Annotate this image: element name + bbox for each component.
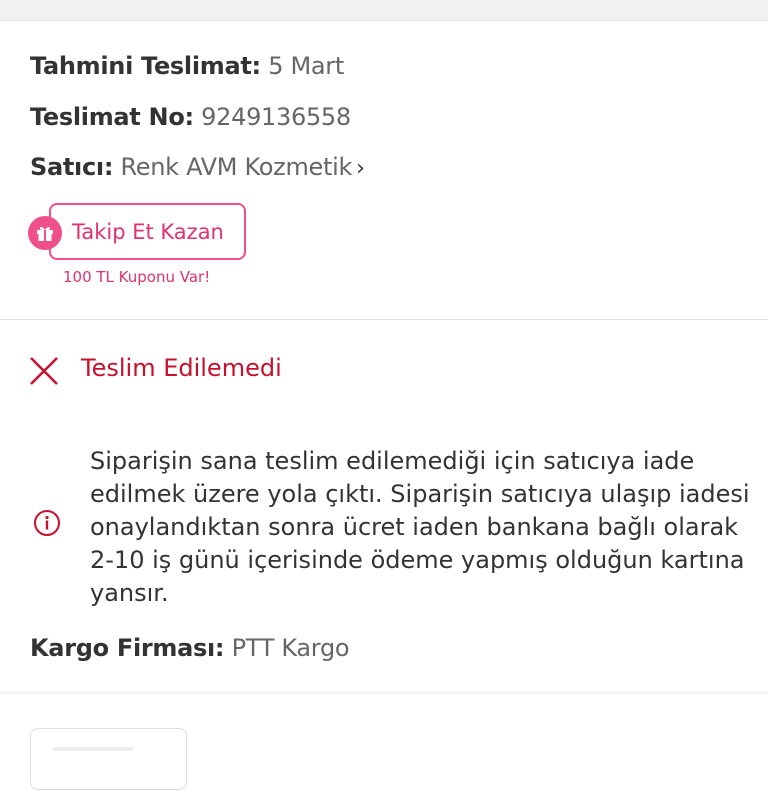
coupon-text: 100 TL Kuponu Var! — [63, 268, 211, 286]
refund-notice-text: Siparişin sana teslim edilemediği için s… — [90, 447, 750, 607]
tracking-number-value: 9249136558 — [201, 103, 351, 131]
seller-row: Satıcı: Renk AVM Kozmetik › — [30, 153, 365, 181]
section-divider — [0, 319, 768, 320]
product-image[interactable] — [30, 728, 187, 790]
estimated-delivery-value: 5 Mart — [268, 52, 344, 80]
cargo-company-value: PTT Kargo — [231, 634, 350, 662]
info-icon — [34, 510, 60, 536]
seller-link[interactable]: Renk AVM Kozmetik › — [120, 153, 364, 181]
tracking-number-row: Teslimat No: 9249136558 — [30, 103, 351, 131]
x-icon — [30, 357, 58, 385]
gift-icon — [28, 216, 62, 250]
tracking-number-label: Teslimat No: — [30, 103, 194, 131]
product-image-placeholder — [53, 747, 133, 751]
seller-label: Satıcı: — [30, 153, 114, 181]
cargo-company-row: Kargo Firması: PTT Kargo — [30, 634, 350, 662]
chevron-right-icon: › — [356, 156, 365, 181]
cargo-company-label: Kargo Firması: — [30, 634, 225, 662]
estimated-delivery-row: Tahmini Teslimat: 5 Mart — [30, 52, 344, 80]
seller-name: Renk AVM Kozmetik — [120, 153, 353, 181]
estimated-delivery-label: Tahmini Teslimat: — [30, 52, 261, 80]
follow-and-earn-button[interactable]: Takip Et Kazan — [49, 203, 246, 260]
top-strip — [0, 0, 768, 21]
follow-button-label: Takip Et Kazan — [72, 219, 224, 244]
status-title: Teslim Edilemedi — [81, 354, 282, 382]
